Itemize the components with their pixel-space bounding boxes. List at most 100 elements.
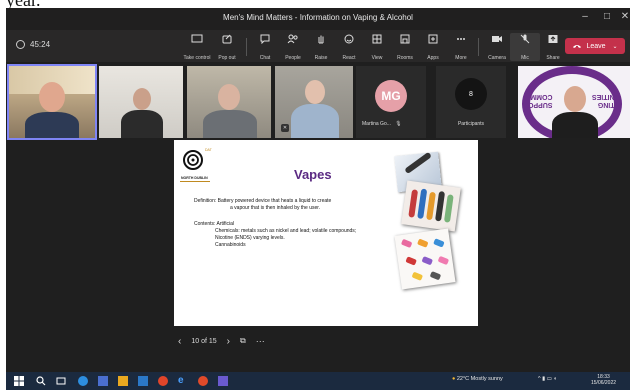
vape-pod — [417, 238, 429, 248]
minimize-icon[interactable]: – — [576, 11, 594, 22]
video-tile-2[interactable] — [99, 66, 183, 138]
chevron-down-icon: ⌄ — [612, 43, 618, 50]
avatar: MG — [375, 80, 407, 112]
view-button[interactable]: View — [362, 33, 392, 61]
participant-head — [39, 82, 65, 112]
slide-grid-icon[interactable]: ⧉ — [240, 336, 246, 346]
meeting-timer: 45:24 — [16, 40, 50, 49]
app-icon[interactable] — [218, 376, 228, 386]
close-icon[interactable]: ✕ — [616, 11, 630, 22]
search-icon[interactable] — [36, 376, 46, 386]
mail-icon[interactable] — [138, 376, 148, 386]
os-taskbar: e ● 22°C Mostly sunny ^ ▮ ▭ ◖ 18:33 15/0… — [6, 372, 630, 390]
pop-out-icon — [222, 34, 232, 44]
maximize-icon[interactable]: □ — [598, 11, 616, 22]
leave-button[interactable]: Leave ⌄ — [565, 38, 625, 54]
participant-body — [25, 112, 79, 138]
rooms-button[interactable]: Rooms — [390, 33, 420, 61]
apps-button[interactable]: Apps — [418, 33, 448, 61]
vape-pod — [400, 238, 413, 249]
slide-contents-heading: Contents: Artificial — [194, 221, 235, 227]
vape-pod — [426, 191, 436, 221]
battery-icon: ▭ — [546, 376, 552, 382]
more-options-icon[interactable]: ··· — [256, 336, 265, 346]
caption-text: year. — [6, 0, 40, 8]
slide-definition-2: a vapour that is then inhaled by the use… — [230, 205, 321, 211]
view-icon — [372, 34, 382, 44]
toolbar-divider — [478, 38, 479, 56]
participant-head — [133, 88, 151, 110]
slide-contents-2: Nicotine (ENDS) varying levels. — [215, 235, 285, 241]
take-control-icon — [191, 34, 203, 43]
logo-text-right: RTING UNITIES — [592, 93, 620, 108]
participant-body — [121, 110, 163, 138]
mic-off-icon: ✕ — [281, 124, 289, 132]
system-tray-icons[interactable]: ^ ▮ ▭ ◖ — [538, 376, 557, 382]
logo-text-left: SUPPO COMM — [528, 93, 553, 108]
slide-title: Vapes — [294, 167, 332, 182]
participant-head — [305, 80, 325, 104]
weather-widget[interactable]: ● 22°C Mostly sunny — [452, 376, 503, 382]
vape-pod — [411, 271, 424, 281]
clock[interactable]: 18:33 15/06/2022 — [591, 374, 616, 386]
camera-button[interactable]: Camera — [482, 33, 512, 61]
meeting-stage: ✕ MG Martina Go... 🎙︎ 8 Participants SUP… — [6, 62, 630, 372]
take-control-button[interactable]: Take control — [182, 33, 212, 61]
edge-icon[interactable] — [78, 376, 88, 386]
share-button[interactable]: Share — [538, 33, 568, 61]
timer-value: 45:24 — [30, 40, 51, 49]
firefox-icon[interactable] — [198, 376, 208, 386]
raise-hand-button[interactable]: Raise — [306, 33, 336, 61]
phone-hangup-icon — [573, 45, 582, 48]
video-tile-3[interactable] — [187, 66, 271, 138]
participant-tile-mg[interactable]: MG Martina Go... 🎙︎ — [356, 66, 426, 138]
more-button[interactable]: More — [446, 33, 476, 61]
slide-definition-1: Definition: Battery powered device that … — [194, 198, 332, 204]
participants-count-tile[interactable]: 8 Participants — [436, 66, 506, 138]
pop-out-button[interactable]: Pop out — [212, 33, 242, 61]
video-tile-featured[interactable]: SUPPO COMM RTING UNITIES — [518, 66, 630, 138]
apps-icon — [428, 34, 438, 44]
raise-hand-icon — [318, 35, 324, 44]
react-button[interactable]: React — [334, 33, 364, 61]
participant-body — [203, 110, 257, 138]
slide-navigation: ‹ 10 of 15 › ⧉ ··· — [178, 334, 265, 348]
vape-pod — [429, 271, 442, 281]
vape-pod — [405, 256, 417, 266]
mic-off-icon — [520, 34, 530, 44]
shield-icon — [16, 40, 25, 49]
logo-underline — [180, 181, 210, 182]
chat-button[interactable]: Chat — [250, 33, 280, 61]
slide-contents-1: Chemicals: metals such as nickel and lea… — [215, 228, 357, 234]
shared-slide: DAT NORTH DUBLIN Vapes Definition: Batte… — [174, 140, 478, 326]
vape-pod — [437, 255, 450, 266]
windows-start-icon[interactable] — [14, 376, 24, 386]
more-icon — [457, 38, 465, 40]
video-tile-1[interactable] — [7, 64, 97, 140]
camera-icon — [492, 36, 502, 42]
vape-pod — [421, 256, 434, 266]
spiral-logo-icon — [183, 150, 203, 170]
mic-off-icon: 🎙︎ — [395, 121, 402, 127]
previous-slide-icon[interactable]: ‹ — [178, 336, 181, 347]
internet-explorer-icon[interactable]: e — [178, 376, 188, 386]
teams-icon[interactable] — [98, 376, 108, 386]
people-button[interactable]: People — [278, 33, 308, 61]
next-slide-icon[interactable]: › — [227, 336, 230, 347]
meeting-toolbar: 45:24 Take control Pop out Chat People R… — [6, 30, 630, 62]
share-icon — [548, 35, 558, 43]
mic-button[interactable]: Mic — [510, 33, 540, 61]
slide-contents-3: Cannabinoids — [215, 242, 246, 248]
weather-sun-icon: ● — [452, 376, 456, 382]
video-tile-4[interactable]: ✕ — [275, 66, 353, 138]
file-explorer-icon[interactable] — [118, 376, 128, 386]
task-view-icon[interactable] — [56, 376, 66, 386]
toolbar-divider — [246, 38, 247, 56]
window-title: Men's Mind Matters - Information on Vapi… — [223, 13, 413, 22]
org-name: NORTH DUBLIN — [181, 176, 208, 180]
vape-photo-2 — [401, 180, 461, 232]
vape-pod — [443, 194, 454, 223]
chrome-icon[interactable] — [158, 376, 168, 386]
react-icon — [344, 34, 354, 44]
rooms-icon — [400, 34, 410, 44]
